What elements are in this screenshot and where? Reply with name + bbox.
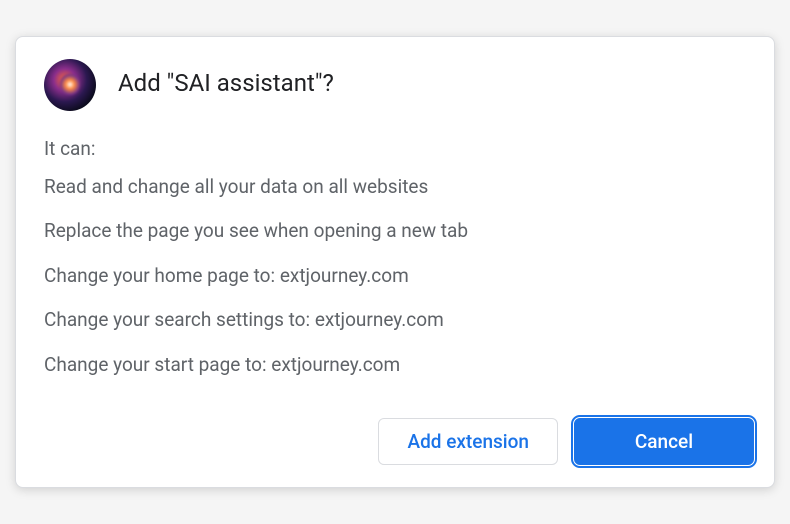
permission-item: Read and change all your data on all web… — [44, 174, 746, 201]
permission-item: Change your search settings to: extjourn… — [44, 307, 746, 334]
permission-item: Replace the page you see when opening a … — [44, 218, 746, 245]
dialog-header: Add "SAI assistant"? — [16, 37, 774, 129]
permissions-intro: It can: — [44, 137, 746, 160]
dialog-title: Add "SAI assistant"? — [118, 69, 334, 97]
permission-item: Change your home page to: extjourney.com — [44, 263, 746, 290]
dialog-footer: Add extension Cancel — [16, 408, 774, 487]
permission-item: Change your start page to: extjourney.co… — [44, 352, 746, 379]
extension-icon — [44, 59, 96, 111]
cancel-button[interactable]: Cancel — [574, 418, 754, 465]
dialog-body: It can: Read and change all your data on… — [16, 129, 774, 409]
extension-install-dialog: Add "SAI assistant"? It can: Read and ch… — [15, 36, 775, 489]
add-extension-button[interactable]: Add extension — [378, 418, 558, 465]
